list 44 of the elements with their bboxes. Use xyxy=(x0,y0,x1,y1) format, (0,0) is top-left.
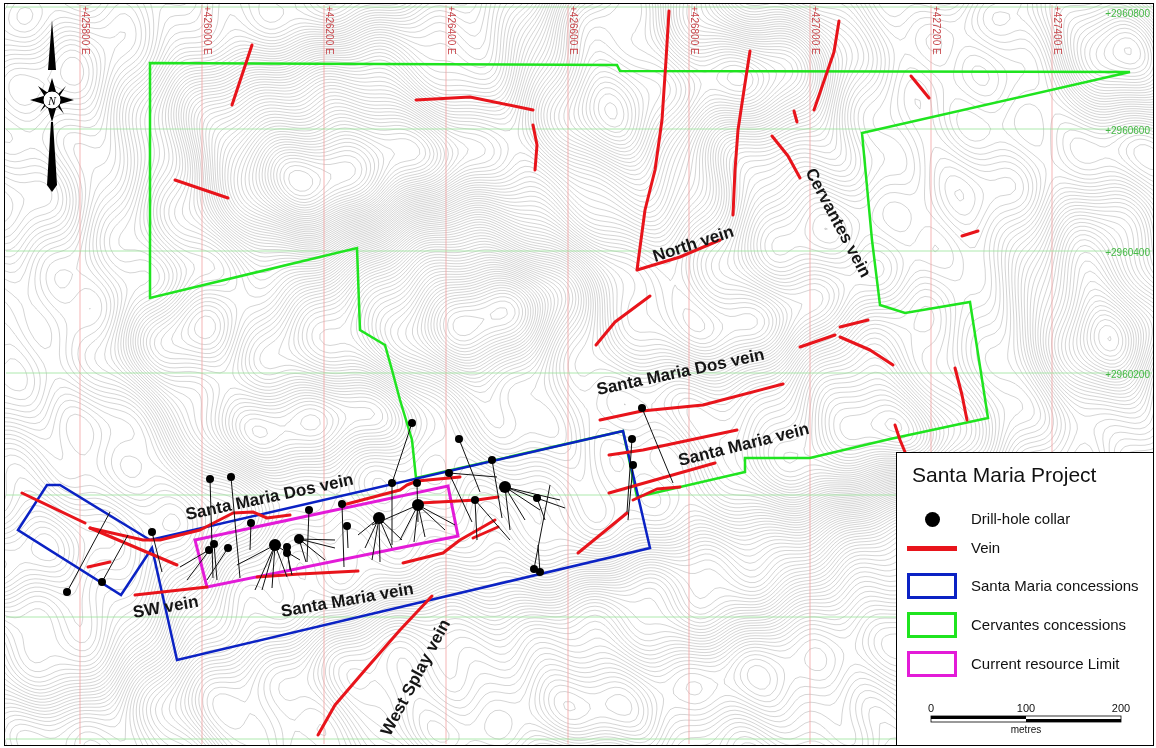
scale-tick-label: 100 xyxy=(1016,702,1036,714)
vein-line xyxy=(594,294,652,347)
easting-label: +426600 E xyxy=(568,6,579,55)
northing-label: +2960200 xyxy=(1105,369,1150,380)
vein-line xyxy=(173,178,230,200)
vein-line xyxy=(838,318,870,329)
vein-label: SW vein xyxy=(131,591,200,622)
legend-label: Current resource Limit xyxy=(971,653,1120,674)
north-label: N xyxy=(48,93,56,108)
drill-hole-icon xyxy=(626,435,636,513)
vein-line xyxy=(576,511,629,555)
easting-label: +426000 E xyxy=(202,6,213,55)
vein-line xyxy=(792,109,799,124)
easting-label: +427200 E xyxy=(931,6,942,55)
northing-label: +2960600 xyxy=(1105,125,1150,136)
vein-label: Santa Maria Dos vein xyxy=(594,344,767,399)
legend-label: Vein xyxy=(971,537,1001,558)
vein-line xyxy=(960,229,980,238)
vein-line xyxy=(909,74,931,100)
vein-line xyxy=(531,123,539,172)
legend-label: Santa Maria concessions xyxy=(971,575,1139,596)
scale-tick-label: 200 xyxy=(1111,702,1131,714)
vein-line xyxy=(953,366,969,422)
easting-label: +425800 E xyxy=(80,6,91,55)
easting-label: +426800 E xyxy=(689,6,700,55)
easting-label: +426400 E xyxy=(446,6,457,55)
legend-label: Cervantes concessions xyxy=(971,614,1127,635)
drill-hole-icon xyxy=(148,528,163,573)
scale-tick-label: 0 xyxy=(927,702,935,714)
vein-line xyxy=(893,423,907,454)
vein-label: Santa Maria vein xyxy=(279,578,415,621)
easting-label: +426200 E xyxy=(324,6,335,55)
legend-title: Santa Maria Project xyxy=(912,462,1097,488)
vein-line xyxy=(230,43,254,107)
easting-label: +427400 E xyxy=(1052,6,1063,55)
easting-label: +427000 E xyxy=(810,6,821,55)
vein-label: Santa Maria vein xyxy=(676,419,812,470)
vein-line xyxy=(770,134,802,180)
vein-label: Santa Maria Dos vein xyxy=(183,469,356,524)
northing-label: +2960400 xyxy=(1105,247,1150,258)
northing-label: +2960800 xyxy=(1105,8,1150,19)
legend-label: Drill-hole collar xyxy=(971,508,1071,529)
scale-unit-label: metres xyxy=(1010,724,1042,735)
vein-label: North vein xyxy=(650,221,737,266)
